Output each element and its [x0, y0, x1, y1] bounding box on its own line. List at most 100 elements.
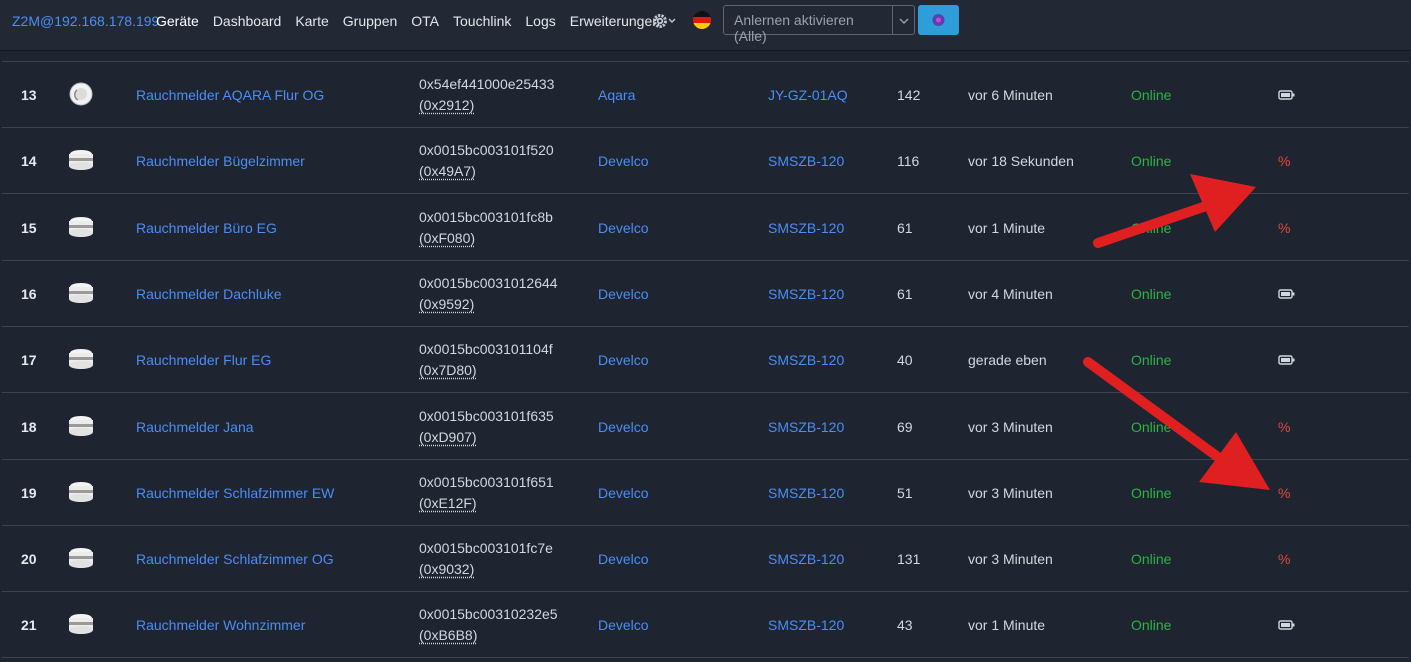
device-number: 14: [21, 153, 37, 169]
power-source: %: [1278, 195, 1290, 261]
device-name-link[interactable]: Rauchmelder Dachluke: [136, 261, 282, 327]
device-table: 13 Rauchmelder AQARA Flur OG 0x54ef441000e…: [2, 61, 1409, 662]
vendor-link[interactable]: Develco: [598, 195, 649, 261]
device-name-link[interactable]: Rauchmelder Büro EG: [136, 195, 277, 261]
device-address: 0x0015bc003101f651 (0xE12F): [419, 460, 554, 526]
nav-link-erweiterungen[interactable]: Erweiterungen: [570, 13, 660, 29]
table-row: 15 Rauchmelder Büro EG 0x0015bc003101fc8b (…: [2, 195, 1409, 261]
settings-gear-icon[interactable]: [652, 11, 678, 31]
table-row: 18 Rauchmelder Jana 0x0015bc003101f635 (0xD…: [2, 394, 1409, 460]
model-link[interactable]: SMSZB-120: [768, 195, 844, 261]
nav-link-gruppen[interactable]: Gruppen: [343, 13, 397, 29]
battery-icon: [1278, 620, 1295, 630]
network-address: (0x49A7): [419, 163, 476, 179]
device-name-link[interactable]: Rauchmelder AQARA Flur OG: [136, 62, 324, 128]
vendor-link[interactable]: Develco: [598, 526, 649, 592]
device-name-link[interactable]: Rauchmelder Bügelzimmer: [136, 128, 305, 194]
ieee-address: 0x0015bc00310232e5: [419, 606, 558, 622]
model-link[interactable]: SMSZB-120: [768, 460, 844, 526]
last-seen: gerade eben: [968, 352, 1047, 368]
device-image: [64, 261, 98, 327]
model-link[interactable]: SMSZB-120: [768, 592, 844, 658]
german-flag-icon[interactable]: [692, 10, 712, 30]
network-address: (0xE12F): [419, 495, 477, 511]
nav-link-geraete[interactable]: Geräte: [156, 13, 199, 29]
last-seen: vor 3 Minuten: [968, 551, 1053, 567]
availability-status: Online: [1131, 551, 1172, 567]
vendor-link[interactable]: Develco: [598, 261, 649, 327]
model-link[interactable]: SMSZB-120: [768, 327, 844, 393]
model-link[interactable]: JY-GZ-01AQ: [768, 62, 848, 128]
availability-status: Online: [1131, 419, 1172, 435]
device-image: [64, 526, 98, 592]
availability-status: Online: [1131, 153, 1172, 169]
nav-link-logs[interactable]: Logs: [525, 13, 555, 29]
nav-link-ota[interactable]: OTA: [411, 13, 439, 29]
power-source: %: [1278, 394, 1290, 460]
develco-smoke-detector-image: [69, 283, 93, 303]
model-link[interactable]: SMSZB-120: [768, 394, 844, 460]
model-link[interactable]: SMSZB-120: [768, 261, 844, 327]
develco-smoke-detector-image: [69, 349, 93, 369]
ieee-address: 0x0015bc003101f520: [419, 142, 554, 158]
network-address: (0x7D80): [419, 362, 477, 378]
network-address: (0xB6B8): [419, 627, 478, 643]
device-address: 0x0015bc003101f520 (0x49A7): [419, 128, 554, 194]
last-seen: vor 6 Minuten: [968, 87, 1053, 103]
vendor-link[interactable]: Develco: [598, 460, 649, 526]
nav-link-touchlink[interactable]: Touchlink: [453, 13, 511, 29]
model-link[interactable]: SMSZB-120: [768, 526, 844, 592]
nav-link-karte[interactable]: Karte: [295, 13, 328, 29]
nav-link-dashboard[interactable]: Dashboard: [213, 13, 282, 29]
vendor-link[interactable]: Develco: [598, 592, 649, 658]
lqi-value: 116: [897, 153, 920, 169]
availability-status: Online: [1131, 220, 1172, 236]
device-number: 17: [21, 352, 37, 368]
ieee-address: 0x0015bc003101f635: [419, 408, 554, 424]
power-source: [1278, 62, 1296, 128]
brand-link[interactable]: Z2M@192.168.178.199: [12, 13, 159, 29]
lqi-value: 61: [897, 286, 913, 302]
device-image: [64, 592, 98, 658]
device-address: 0x0015bc003101f635 (0xD907): [419, 394, 554, 460]
device-address: 0x0015bc003101104f (0x7D80): [419, 327, 553, 393]
power-source: [1278, 327, 1296, 393]
device-image: [64, 62, 98, 128]
palette-icon: [932, 14, 945, 26]
vendor-link[interactable]: Develco: [598, 394, 649, 460]
device-name-link[interactable]: Rauchmelder Schlafzimmer OG: [136, 526, 334, 592]
device-address: 0x0015bc003101fc7e (0x9032): [419, 526, 553, 592]
model-link[interactable]: SMSZB-120: [768, 128, 844, 194]
top-navbar: Z2M@192.168.178.199 Geräte Dashboard Kar…: [0, 0, 1411, 51]
battery-percent-missing: %: [1278, 551, 1291, 567]
permit-join-button[interactable]: Anlernen aktivieren (Alle): [723, 5, 893, 44]
ieee-address: 0x0015bc003101f651: [419, 474, 554, 490]
power-source: %: [1278, 460, 1290, 526]
permit-join-dropdown-toggle[interactable]: [893, 5, 915, 35]
vendor-link[interactable]: Develco: [598, 128, 649, 194]
device-number: 16: [21, 286, 37, 302]
power-source: %: [1278, 526, 1290, 592]
device-number: 15: [21, 220, 37, 236]
lqi-value: 43: [897, 617, 913, 633]
battery-icon: [1278, 289, 1295, 299]
device-name-link[interactable]: Rauchmelder Schlafzimmer EW: [136, 460, 334, 526]
develco-smoke-detector-image: [69, 614, 93, 634]
battery-icon: [1278, 355, 1295, 365]
device-image: [64, 394, 98, 460]
device-image: [64, 460, 98, 526]
last-seen: vor 3 Minuten: [968, 485, 1053, 501]
table-row: 16 Rauchmelder Dachluke 0x0015bc0031012644…: [2, 261, 1409, 327]
availability-status: Online: [1131, 352, 1172, 368]
last-seen: vor 18 Sekunden: [968, 153, 1074, 169]
vendor-link[interactable]: Aqara: [598, 62, 635, 128]
device-name-link[interactable]: Rauchmelder Jana: [136, 394, 254, 460]
theme-toggle-button[interactable]: [918, 5, 959, 35]
lqi-value: 69: [897, 419, 913, 435]
table-row: 17 Rauchmelder Flur EG 0x0015bc003101104f (…: [2, 327, 1409, 393]
device-name-link[interactable]: Rauchmelder Wohnzimmer: [136, 592, 305, 658]
vendor-link[interactable]: Develco: [598, 327, 649, 393]
ieee-address: 0x0015bc0031012644: [419, 275, 558, 291]
device-name-link[interactable]: Rauchmelder Flur EG: [136, 327, 271, 393]
battery-percent-missing: %: [1278, 485, 1291, 501]
